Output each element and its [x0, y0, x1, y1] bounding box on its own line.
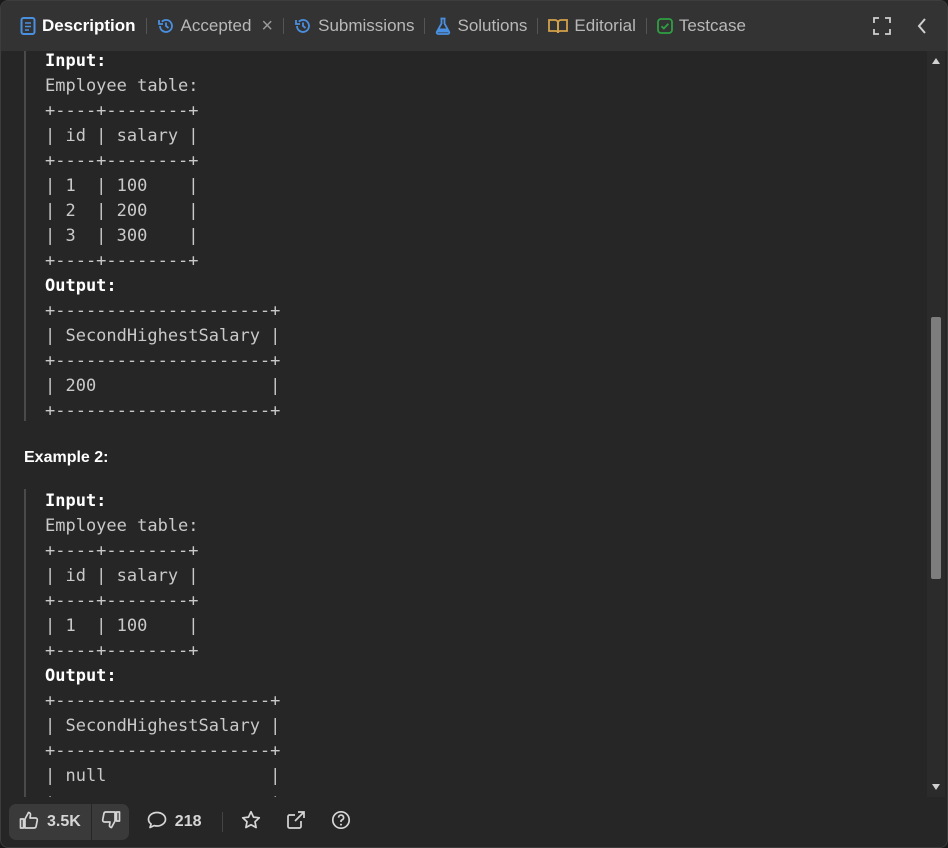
favorite-button[interactable]	[241, 810, 261, 835]
book-icon	[548, 18, 569, 34]
description-content: Input: Employee table: +----+--------+ | …	[1, 51, 926, 797]
input-table: Employee table: +----+--------+ | id | s…	[45, 516, 199, 661]
fullscreen-icon[interactable]	[871, 15, 893, 37]
comments-button[interactable]: 218	[147, 811, 202, 834]
checkbox-icon	[656, 18, 673, 34]
output-table: +---------------------+ | SecondHighestS…	[45, 691, 281, 797]
tab-editorial[interactable]: Editorial	[538, 1, 645, 51]
tab-label: Solutions	[457, 16, 528, 35]
tab-accepted[interactable]: Accepted ×	[147, 1, 284, 51]
tab-label: Submissions	[318, 16, 415, 35]
input-label: Input:	[45, 491, 107, 511]
tab-testcase[interactable]: Testcase	[647, 1, 756, 51]
example-2-block: Input: Employee table: +----+--------+ | …	[24, 489, 280, 797]
scroll-up-arrow-icon[interactable]	[927, 53, 945, 69]
star-icon	[241, 810, 261, 835]
tab-bar: Description Accepted × Submissions Solut…	[1, 1, 947, 51]
footer-divider	[221, 812, 223, 832]
tab-solutions[interactable]: Solutions	[425, 1, 537, 51]
comment-count: 218	[174, 813, 202, 830]
tab-label: Testcase	[678, 16, 746, 35]
example-2-title: Example 2:	[24, 449, 109, 466]
input-table: Employee table: +----+--------+ | id | s…	[45, 76, 199, 271]
tab-label: Description	[42, 16, 136, 35]
like-count: 3.5K	[47, 813, 81, 830]
document-icon	[20, 17, 36, 35]
help-icon	[331, 810, 351, 835]
dislike-button[interactable]	[92, 804, 129, 840]
like-button[interactable]: 3.5K	[9, 804, 91, 840]
scroll-down-arrow-icon[interactable]	[927, 779, 945, 795]
thumbs-down-icon	[101, 810, 121, 834]
tab-label: Editorial	[574, 16, 636, 35]
example-1-block: Input: Employee table: +----+--------+ | …	[24, 51, 280, 421]
tab-description[interactable]: Description	[1, 1, 146, 51]
problem-panel: Description Accepted × Submissions Solut…	[0, 0, 948, 848]
comment-icon	[147, 811, 167, 834]
output-table: +---------------------+ | SecondHighestS…	[45, 301, 281, 421]
close-icon[interactable]: ×	[261, 16, 273, 36]
help-button[interactable]	[331, 810, 351, 835]
tab-label: Accepted	[180, 16, 252, 35]
scrollbar-thumb[interactable]	[931, 317, 941, 579]
output-label: Output:	[45, 666, 117, 686]
share-button[interactable]	[286, 810, 306, 835]
scrollbar[interactable]	[927, 51, 945, 797]
thumbs-up-icon	[19, 811, 39, 834]
output-label: Output:	[45, 276, 117, 296]
chevron-left-icon[interactable]	[911, 15, 933, 37]
history-icon	[294, 17, 312, 35]
flask-icon	[435, 17, 451, 35]
vote-group: 3.5K	[9, 804, 129, 840]
input-label: Input:	[45, 51, 107, 71]
external-link-icon	[286, 810, 306, 835]
history-icon	[157, 17, 175, 35]
footer-bar: 3.5K 218	[1, 797, 947, 847]
tab-submissions[interactable]: Submissions	[284, 1, 424, 51]
